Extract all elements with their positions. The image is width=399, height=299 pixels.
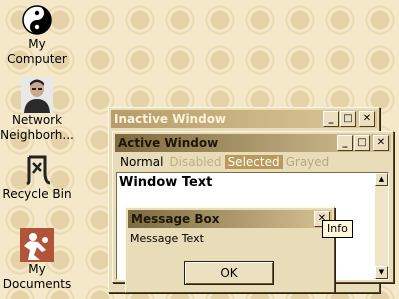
- desktop-icon-my-computer[interactable]: My Computer: [0, 3, 74, 67]
- menu-item-selected[interactable]: Selected: [224, 155, 283, 169]
- close-button[interactable]: ✕: [359, 111, 375, 127]
- desktop-icon-my-documents[interactable]: My Documents: [0, 228, 74, 292]
- window-title: Inactive Window: [114, 112, 227, 126]
- desktop-icon-label: My Documents: [2, 262, 72, 291]
- info-tooltip: Info: [322, 220, 353, 238]
- desktop-icon-recycle-bin[interactable]: Recycle Bin: [0, 153, 74, 202]
- menu-item-disabled: Disabled: [169, 155, 222, 169]
- inactive-window-titlebar[interactable]: Inactive Window _ □ ✕: [111, 110, 377, 128]
- calligraphy-icon: [26, 155, 51, 186]
- close-button[interactable]: ✕: [373, 135, 389, 151]
- message-box-titlebar[interactable]: Message Box ✕: [128, 210, 332, 228]
- message-box-title: Message Box: [131, 212, 220, 226]
- minimize-button[interactable]: _: [323, 111, 339, 127]
- message-box[interactable]: Message Box ✕ Message Text OK: [125, 207, 335, 293]
- message-text: Message Text: [130, 232, 204, 245]
- menu-item-grayed: Grayed: [285, 155, 330, 169]
- window-text: Window Text: [119, 175, 213, 190]
- desktop-icon-label: Recycle Bin: [2, 187, 72, 201]
- active-window-titlebar[interactable]: Active Window _ □ ✕: [115, 134, 391, 152]
- window-title: Active Window: [118, 136, 219, 150]
- menu-bar: Normal Disabled Selected Grayed: [113, 154, 393, 171]
- vertical-scrollbar[interactable]: ▲ ▼: [375, 173, 388, 279]
- desktop-icon-label: Network Neighborh...: [0, 113, 74, 142]
- maximize-button[interactable]: □: [354, 135, 370, 151]
- martial-arts-icon: [20, 228, 54, 262]
- scroll-up-arrow-icon[interactable]: ▲: [375, 173, 388, 186]
- desktop-icon-label: My Computer: [7, 37, 67, 66]
- yin-yang-icon: [22, 5, 52, 35]
- menu-item-normal[interactable]: Normal: [117, 155, 166, 169]
- minimize-button[interactable]: _: [337, 135, 353, 151]
- desktop-icon-network-neighborhood[interactable]: Network Neighborh...: [0, 77, 74, 143]
- scroll-down-arrow-icon[interactable]: ▼: [375, 266, 388, 279]
- maximize-button[interactable]: □: [340, 111, 356, 127]
- ok-button[interactable]: OK: [184, 261, 274, 285]
- person-portrait-icon: [21, 77, 53, 113]
